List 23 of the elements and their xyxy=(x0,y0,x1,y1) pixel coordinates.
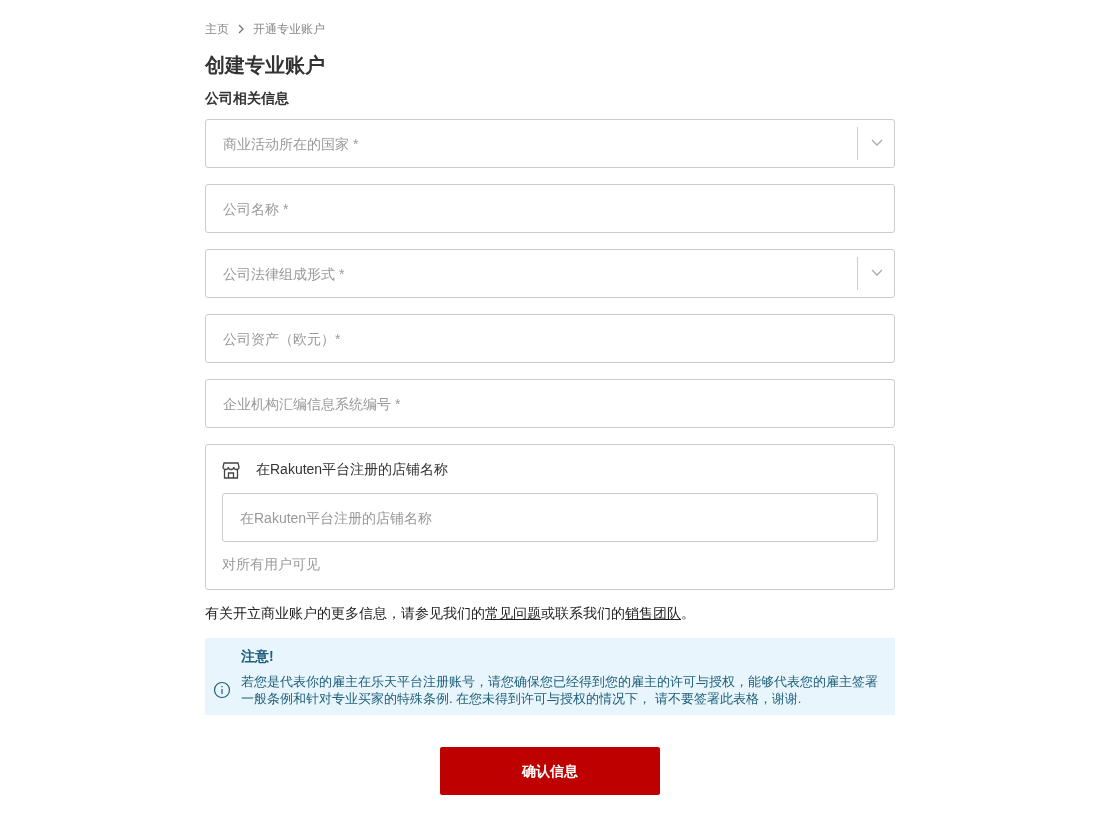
sales-team-link[interactable]: 销售团队 xyxy=(625,606,681,621)
submit-button[interactable]: 确认信息 xyxy=(440,747,660,796)
breadcrumb-item[interactable]: 主页 xyxy=(205,20,229,38)
input-field[interactable]: 企业机构汇编信息系统编号 * xyxy=(205,379,895,428)
info-icon xyxy=(213,681,231,700)
notice-text: 若您是代表你的雇主在乐天平台注册账号，请您确保您已经得到您的雇主的许可与授权，能够代表您的雇主签署一般条例和针对专业买家的特殊条例. 在您未得到许可与授权的情况下， 请不要签署此表格，谢谢. xyxy=(241,673,879,708)
chevron-down-icon xyxy=(871,269,883,277)
chevron-right-icon xyxy=(237,24,245,34)
input-field[interactable]: 在Rakuten平台注册的店铺名称 xyxy=(222,493,878,542)
hint-text: 对所有用户可见 xyxy=(222,555,321,574)
input-field[interactable]: 公司名称 * xyxy=(205,184,895,233)
breadcrumb-item: 开通专业账户 xyxy=(253,21,325,38)
select-field[interactable]: 公司法律组成形式 * xyxy=(205,249,895,298)
select-field[interactable]: 商业活动所在的国家 * xyxy=(205,119,895,168)
section-title: 公司相关信息 xyxy=(205,89,290,108)
store-icon xyxy=(222,460,240,479)
info-text: 有关开立商业账户的更多信息，请参见我们的常见问题或联系我们的销售团队。 xyxy=(205,605,696,623)
field-label: 在Rakuten平台注册的店铺名称 xyxy=(256,460,449,479)
chevron-down-icon xyxy=(871,139,883,147)
input-field[interactable]: 公司资产（欧元）* xyxy=(205,314,895,363)
faq-link[interactable]: 常见问题 xyxy=(485,606,541,621)
notice-title: 注意! xyxy=(241,647,275,667)
page-title: 创建专业账户 xyxy=(205,53,326,78)
